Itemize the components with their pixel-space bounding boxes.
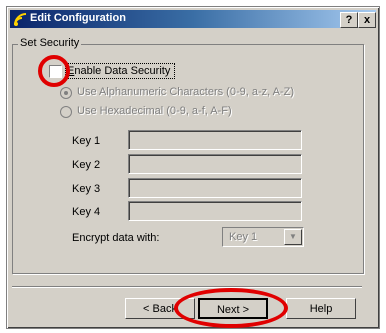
enable-security-label-rest: nable Data Security — [74, 65, 171, 77]
help-button[interactable]: Help — [286, 298, 356, 319]
separator — [12, 286, 362, 288]
title-bar[interactable]: Edit Configuration ? x — [10, 10, 376, 28]
key-1-label: Key 1 — [72, 135, 101, 147]
hexadecimal-label: Use Hexadecimal (0-9, a-f, A-F) — [77, 105, 232, 117]
key-3-field[interactable] — [128, 178, 302, 198]
window-title: Edit Configuration — [30, 12, 126, 24]
key-4-field[interactable] — [128, 201, 302, 221]
close-icon[interactable]: x — [358, 12, 376, 28]
annotation-circle-checkbox — [38, 55, 70, 87]
alphanumeric-label: Use Alphanumeric Characters (0-9, a-z, A… — [77, 86, 295, 98]
encrypt-selected-value: Key 1 — [229, 231, 258, 243]
key-3-label: Key 3 — [72, 183, 101, 195]
annotation-circle-next — [174, 288, 288, 328]
chevron-down-icon[interactable]: ▼ — [284, 229, 302, 245]
hexadecimal-radio[interactable] — [60, 106, 72, 118]
key-2-label: Key 2 — [72, 159, 101, 171]
encrypt-label: Encrypt data with: — [72, 232, 160, 244]
key-2-field[interactable] — [128, 154, 302, 174]
key-4-label: Key 4 — [72, 206, 101, 218]
key-1-field[interactable] — [128, 130, 302, 150]
alphanumeric-radio[interactable] — [60, 87, 72, 99]
encrypt-key-select[interactable]: Key 1 ▼ — [222, 227, 304, 247]
wireless-icon — [14, 13, 27, 26]
help-title-button[interactable]: ? — [340, 12, 358, 28]
group-label: Set Security — [18, 37, 82, 49]
enable-security-label[interactable]: Enable Data Security — [67, 65, 170, 77]
